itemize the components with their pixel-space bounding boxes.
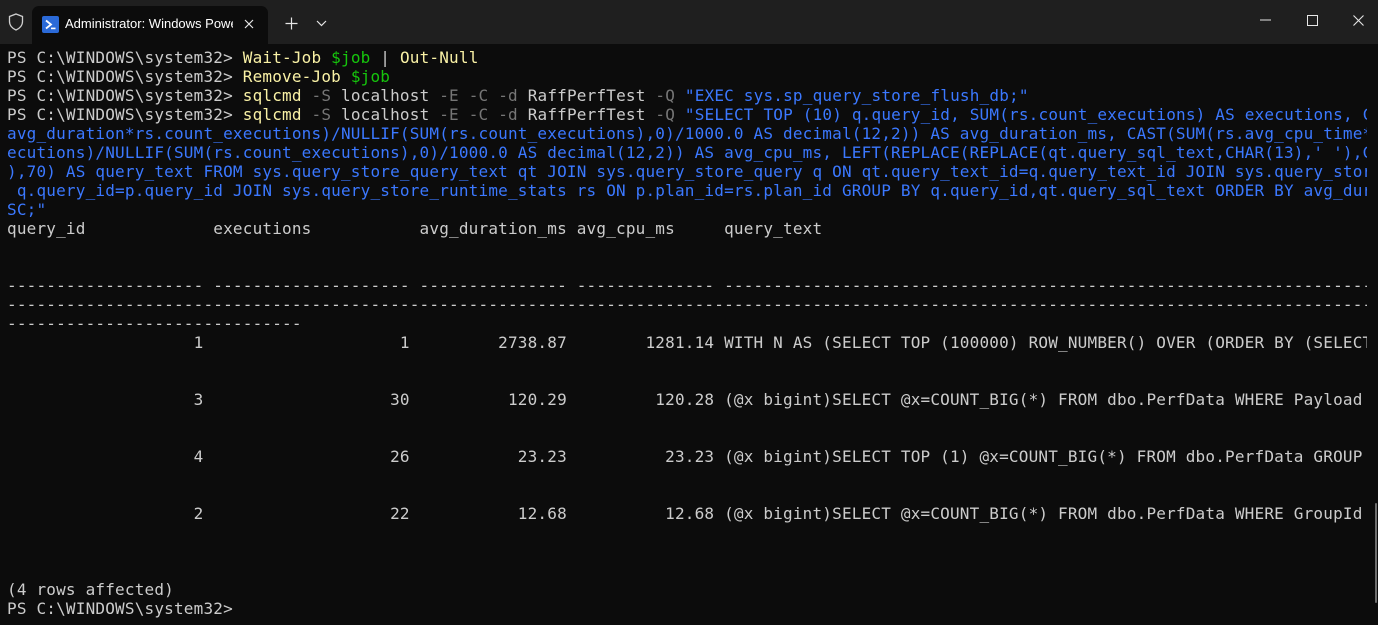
command-line: PS C:\WINDOWS\system32> Wait-Job $job | …	[7, 48, 479, 67]
chevron-down-icon[interactable]	[310, 13, 332, 33]
tab-title: Administrator: Windows PowerShell	[65, 16, 233, 31]
command-line: PS C:\WINDOWS\system32> sqlcmd -S localh…	[7, 86, 1029, 105]
query-continuation: q.query_id=p.query_id JOIN sys.query_sto…	[7, 181, 1367, 200]
command-line: PS C:\WINDOWS\system32> Remove-Job $job	[7, 67, 391, 86]
query-continuation: SC;"	[7, 200, 47, 219]
maximize-button[interactable]	[1289, 0, 1335, 40]
command-line: PS C:\WINDOWS\system32> sqlcmd -S localh…	[7, 105, 1367, 124]
new-tab-button[interactable]	[279, 13, 303, 33]
final-prompt[interactable]: PS C:\WINDOWS\system32>	[7, 599, 1367, 618]
table-row: 2 22 12.68 12.68 (@x bigint)SELECT @x=CO…	[7, 504, 1367, 523]
prompt: PS C:\WINDOWS\system32>	[7, 105, 243, 124]
shield-icon	[6, 12, 26, 32]
rows-affected: (4 rows affected)	[7, 580, 174, 599]
result-separator: ------------------------------	[7, 314, 302, 333]
terminal-output[interactable]: PS C:\WINDOWS\system32> Wait-Job $job | …	[7, 48, 1367, 623]
close-tab-icon[interactable]	[238, 13, 260, 35]
prompt: PS C:\WINDOWS\system32>	[7, 86, 243, 105]
result-separator: ----------------------------------------…	[7, 295, 1367, 314]
minimize-button[interactable]	[1242, 0, 1288, 40]
prompt: PS C:\WINDOWS\system32>	[7, 67, 243, 86]
table-row: 1 1 2738.87 1281.14 WITH N AS (SELECT TO…	[7, 333, 1367, 352]
scrollbar[interactable]	[1375, 503, 1377, 603]
table-row: 3 30 120.29 120.28 (@x bigint)SELECT @x=…	[7, 390, 1367, 409]
powershell-icon	[42, 16, 59, 33]
close-window-button[interactable]	[1335, 0, 1378, 40]
result-header: query_id executions avg_duration_ms avg_…	[7, 219, 823, 238]
prompt: PS C:\WINDOWS\system32>	[7, 48, 243, 67]
query-continuation: ecutions)/NULLIF(SUM(rs.count_executions…	[7, 143, 1367, 162]
tab-powershell[interactable]: Administrator: Windows PowerShell	[32, 6, 268, 44]
table-row: 4 26 23.23 23.23 (@x bigint)SELECT TOP (…	[7, 447, 1367, 466]
title-bar: Administrator: Windows PowerShell	[0, 0, 1378, 44]
query-continuation: avg_duration*rs.count_executions)/NULLIF…	[7, 124, 1367, 143]
result-separator: -------------------- -------------------…	[7, 276, 1367, 295]
query-continuation: ),70) AS query_text FROM sys.query_store…	[7, 162, 1367, 181]
